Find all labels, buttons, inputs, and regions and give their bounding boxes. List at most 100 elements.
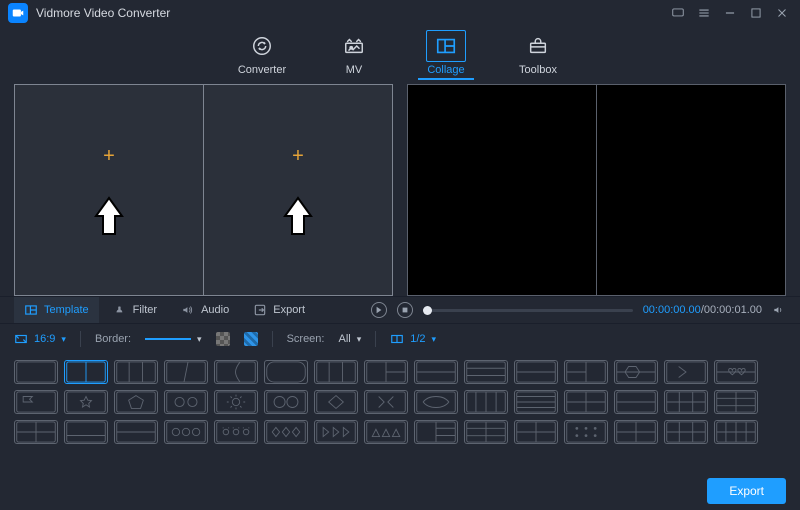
tab-export[interactable]: Export	[243, 297, 315, 323]
border-color-swatch[interactable]	[216, 332, 230, 346]
seek-bar[interactable]	[423, 309, 633, 312]
template-thumb[interactable]	[264, 420, 308, 444]
border-style-select[interactable]: ▾	[145, 334, 202, 345]
time-current: 00:00:00.00	[643, 304, 701, 316]
template-thumb[interactable]	[614, 360, 658, 384]
template-thumb[interactable]	[464, 420, 508, 444]
cursor-up-icon	[94, 196, 124, 236]
template-thumb[interactable]	[214, 360, 258, 384]
tab-template[interactable]: Template	[14, 297, 99, 323]
tabs-row: Template Filter Audio Export 00:00:00.00…	[0, 296, 800, 324]
tab-label: Export	[273, 304, 305, 316]
nav-collage[interactable]: Collage	[418, 26, 474, 80]
split-value: 1/2	[410, 333, 425, 345]
maximize-button[interactable]	[746, 3, 766, 23]
template-thumb[interactable]	[514, 360, 558, 384]
template-thumb[interactable]	[114, 360, 158, 384]
template-thumb[interactable]	[64, 420, 108, 444]
feedback-icon[interactable]	[668, 3, 688, 23]
template-thumb[interactable]	[414, 420, 458, 444]
nav-label: Converter	[238, 64, 286, 76]
template-thumb[interactable]	[114, 390, 158, 414]
nav-label: Collage	[427, 64, 464, 76]
chevron-down-icon: ▾	[61, 334, 66, 345]
template-thumb[interactable]	[614, 390, 658, 414]
export-button[interactable]: Export	[707, 478, 786, 504]
seek-handle[interactable]	[423, 306, 432, 315]
chevron-down-icon: ▾	[197, 334, 202, 345]
template-thumb[interactable]	[314, 420, 358, 444]
close-button[interactable]	[772, 3, 792, 23]
template-thumb[interactable]	[514, 420, 558, 444]
template-thumb[interactable]	[414, 390, 458, 414]
template-thumb[interactable]	[664, 360, 708, 384]
template-thumb[interactable]	[14, 390, 58, 414]
template-thumb[interactable]	[464, 390, 508, 414]
nav-converter[interactable]: Converter	[234, 26, 290, 76]
nav-toolbox[interactable]: Toolbox	[510, 26, 566, 76]
template-thumb[interactable]	[214, 420, 258, 444]
template-thumb[interactable]	[664, 390, 708, 414]
split-select[interactable]: 1/2 ▾	[390, 332, 436, 346]
time-total: 00:00:01.00	[704, 304, 762, 316]
template-thumb[interactable]	[114, 420, 158, 444]
collage-slot-1[interactable]: +	[15, 85, 204, 295]
play-button[interactable]	[371, 302, 387, 318]
template-thumb[interactable]	[514, 390, 558, 414]
template-thumb[interactable]	[364, 390, 408, 414]
preview-half-1	[408, 85, 597, 295]
volume-icon[interactable]	[772, 303, 786, 317]
template-thumb[interactable]	[14, 360, 58, 384]
template-thumb[interactable]	[714, 420, 758, 444]
tab-audio[interactable]: Audio	[171, 297, 239, 323]
border-pattern-swatch[interactable]	[244, 332, 258, 346]
options-row: 16:9 ▾ Border: ▾ Screen: All ▾ 1/2 ▾	[0, 324, 800, 354]
template-thumb[interactable]	[614, 420, 658, 444]
template-thumb[interactable]	[264, 360, 308, 384]
template-thumb[interactable]	[64, 390, 108, 414]
template-thumb[interactable]	[64, 360, 108, 384]
template-thumb[interactable]	[364, 420, 408, 444]
template-thumb[interactable]	[564, 390, 608, 414]
collage-slot-2[interactable]: +	[204, 85, 392, 295]
menu-icon[interactable]	[694, 3, 714, 23]
divider	[80, 331, 81, 347]
template-thumb[interactable]	[164, 420, 208, 444]
template-thumb[interactable]	[14, 420, 58, 444]
template-thumb[interactable]	[164, 390, 208, 414]
template-thumb[interactable]	[364, 360, 408, 384]
title-bar: Vidmore Video Converter	[0, 0, 800, 26]
minimize-button[interactable]	[720, 3, 740, 23]
template-thumb[interactable]	[464, 360, 508, 384]
tab-label: Template	[44, 304, 89, 316]
stop-button[interactable]	[397, 302, 413, 318]
template-thumb[interactable]	[664, 420, 708, 444]
template-thumb[interactable]	[264, 390, 308, 414]
tab-label: Filter	[133, 304, 157, 316]
add-icon: +	[103, 145, 115, 168]
template-thumb[interactable]	[564, 420, 608, 444]
footer: Export	[0, 472, 800, 510]
aspect-ratio-value: 16:9	[34, 333, 55, 345]
nav-mv[interactable]: MV	[326, 26, 382, 76]
top-nav: Converter MV Collage Toolbox	[0, 26, 800, 84]
template-thumb[interactable]	[564, 360, 608, 384]
playback-controls: 00:00:00.00/00:00:01.00	[371, 302, 786, 318]
work-area: + +	[0, 84, 800, 296]
template-thumb[interactable]	[714, 390, 758, 414]
template-thumb[interactable]	[164, 360, 208, 384]
screen-select[interactable]: All ▾	[338, 333, 361, 345]
screen-value: All	[338, 333, 350, 345]
preview-pane	[407, 84, 786, 296]
divider	[272, 331, 273, 347]
tab-filter[interactable]: Filter	[103, 297, 167, 323]
border-label: Border:	[95, 333, 131, 345]
template-thumb[interactable]	[714, 360, 758, 384]
aspect-ratio-select[interactable]: 16:9 ▾	[14, 332, 66, 346]
templates-grid	[0, 354, 800, 452]
template-thumb[interactable]	[414, 360, 458, 384]
template-thumb[interactable]	[214, 390, 258, 414]
template-thumb[interactable]	[314, 360, 358, 384]
template-thumb[interactable]	[314, 390, 358, 414]
tab-label: Audio	[201, 304, 229, 316]
